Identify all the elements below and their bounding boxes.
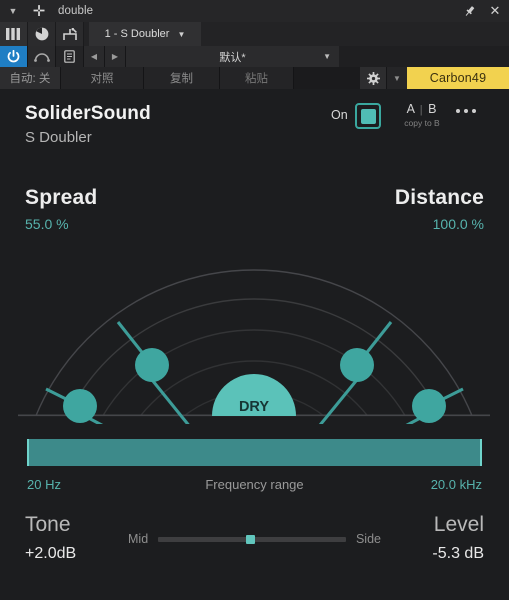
plus-icon[interactable]: ✛ [26, 0, 52, 22]
vendor-name: SoliderSound [25, 103, 151, 124]
tone-value[interactable]: +2.0dB [25, 546, 76, 562]
mid-label: Mid [128, 532, 149, 546]
compare-button[interactable]: 对照 [61, 67, 144, 89]
tone-param[interactable]: Tone +2.0dB [25, 514, 76, 562]
previous-preset-button[interactable]: ◀ [84, 46, 105, 67]
level-label: Level [433, 513, 484, 536]
dot-1 [456, 109, 460, 113]
plugin-slot-label: 1 - S Doubler [104, 28, 170, 40]
chrome-row-3-filler [294, 67, 360, 89]
chevron-down-icon[interactable]: ▼ [0, 0, 26, 22]
document-glyph [64, 50, 75, 63]
chrome-row-2-filler [339, 46, 509, 67]
ab-row: A | B [398, 102, 446, 116]
product-name: S Doubler [25, 129, 92, 146]
preset-name-field[interactable]: 默认* ▼ [126, 46, 339, 67]
window-titlebar: ▼ ✛ double ✕ [0, 0, 509, 23]
dot-3 [472, 109, 476, 113]
routing-icon[interactable] [56, 22, 84, 46]
tone-level-section: Tone +2.0dB Mid Side Level -5.3 dB [0, 514, 509, 600]
power-toggle-fill [360, 108, 376, 124]
mid-side-slider[interactable]: Mid Side [128, 532, 381, 546]
routing-glyph [62, 27, 77, 40]
mixer-bars-glyph [6, 28, 20, 40]
level-value[interactable]: -5.3 dB [432, 546, 484, 562]
voice-node-3[interactable] [340, 348, 374, 382]
frequency-high-value[interactable]: 20.0 kHz [431, 477, 482, 492]
knob-glyph [35, 27, 48, 41]
close-icon[interactable]: ✕ [481, 0, 509, 22]
copy-button[interactable]: 复制 [144, 67, 220, 89]
bypass-glyph [33, 53, 50, 62]
host-chrome-row-1: 1 - S Doubler ▼ [0, 22, 509, 46]
chevron-down-icon: ▼ [177, 29, 186, 39]
ab-compare-group[interactable]: A | B copy to B [398, 102, 446, 128]
host-chrome-row-2: ◀ ▶ 默认* ▼ [0, 46, 509, 67]
ab-separator: | [419, 104, 424, 116]
stereo-radar-visualizer[interactable]: DRY [0, 184, 509, 508]
dry-label: DRY [239, 399, 269, 415]
pin-icon[interactable] [457, 0, 481, 22]
chevron-down-icon[interactable]: ▼ [323, 52, 331, 61]
voice-node-2[interactable] [135, 348, 169, 382]
next-preset-button[interactable]: ▶ [105, 46, 126, 67]
frequency-range-slider[interactable] [27, 439, 482, 466]
more-options-icon[interactable] [456, 109, 476, 113]
preset-a-button[interactable]: A [407, 102, 416, 116]
window-title: double [58, 5, 94, 17]
side-label: Side [355, 532, 381, 546]
gear-dropdown-caret[interactable]: ▼ [386, 67, 407, 89]
paste-button[interactable]: 粘贴 [220, 67, 294, 89]
mixer-bars-icon[interactable] [0, 22, 28, 46]
pin-glyph [465, 5, 474, 16]
brand-badge[interactable]: Carbon49 [407, 67, 509, 89]
power-glyph [7, 50, 20, 63]
plugin-window: ▼ ✛ double ✕ 1 - S Doubler ▼ ◀ ▶ 默认* ▼ 自… [0, 0, 509, 600]
gear-icon[interactable] [360, 67, 386, 89]
knob-icon[interactable] [28, 22, 56, 46]
gear-glyph [366, 71, 380, 85]
copy-to-b-button[interactable]: copy to B [398, 118, 446, 128]
preset-b-button[interactable]: B [428, 102, 437, 116]
mid-side-track[interactable] [158, 534, 346, 544]
level-param[interactable]: Level -5.3 dB [432, 514, 484, 562]
dry-signal-indicator[interactable]: DRY [212, 374, 296, 416]
plugin-slot-selector[interactable]: 1 - S Doubler ▼ [89, 22, 201, 46]
power-toggle[interactable] [355, 103, 381, 129]
bypass-icon[interactable] [28, 46, 56, 67]
host-chrome-row-3: 自动: 关 对照 复制 粘贴 ▼ Carbon49 [0, 67, 509, 89]
on-label: On [331, 108, 348, 122]
plugin-ui-body: SoliderSound S Doubler On A | B copy to … [0, 89, 509, 600]
document-icon[interactable] [56, 46, 84, 67]
radar-svg: DRY [18, 269, 490, 508]
voice-node-1[interactable] [63, 389, 97, 423]
automation-button[interactable]: 自动: 关 [0, 67, 61, 89]
tone-label: Tone [25, 513, 71, 536]
plugin-header: SoliderSound S Doubler On A | B copy to … [0, 89, 509, 161]
power-icon[interactable] [0, 46, 28, 67]
voice-node-4[interactable] [412, 389, 446, 423]
dot-2 [464, 109, 468, 113]
preset-name-label: 默认* [219, 51, 246, 64]
mid-side-thumb[interactable] [246, 534, 256, 544]
